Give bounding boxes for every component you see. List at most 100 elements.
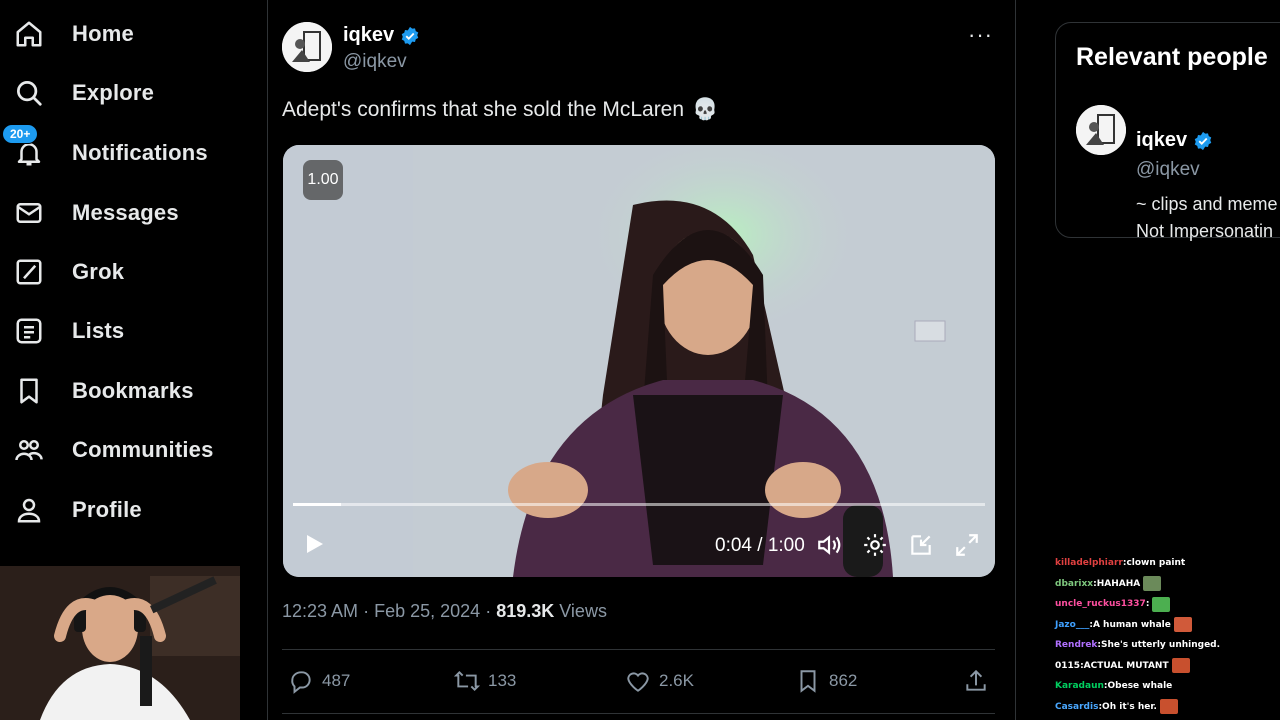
- chat-message: Casardis: Oh it's her.: [1055, 697, 1280, 718]
- streamer-webcam: [0, 566, 240, 720]
- nav-item-explore[interactable]: Explore: [12, 69, 154, 117]
- envelope-icon: [12, 196, 46, 230]
- chat-emote-icon: [1173, 617, 1192, 633]
- verified-icon: [401, 26, 419, 45]
- chat-username: Jazo___: [1055, 619, 1090, 630]
- share-icon: [966, 669, 986, 691]
- chat-username: Rendrek: [1055, 640, 1098, 651]
- tweet-text: Adept's confirms that she sold the McLar…: [282, 98, 718, 122]
- video-progress-fill: [293, 503, 342, 506]
- tweet: iqkev @iqkev ··· Adept's confirms that s…: [268, 0, 1016, 720]
- nav-label: Notifications: [72, 140, 208, 165]
- retweet-button[interactable]: 133: [454, 668, 516, 694]
- meta-separator: ·: [485, 601, 497, 621]
- reply-icon: [291, 671, 311, 694]
- nav-item-bookmarks[interactable]: Bookmarks: [12, 367, 194, 415]
- author-row: iqkev: [343, 24, 420, 47]
- author-name[interactable]: iqkev: [343, 24, 394, 47]
- retweet-count: 133: [488, 671, 517, 690]
- chat-emote-icon: [1152, 596, 1171, 612]
- chat-text: A human whale: [1092, 619, 1171, 630]
- bio-line: Not Impersonatin: [1136, 221, 1274, 241]
- relevant-author-name[interactable]: iqkev: [1136, 129, 1187, 152]
- meta-separator: ·: [363, 601, 375, 621]
- chat-message: killadelphiarr: clown paint: [1055, 553, 1280, 574]
- skull-emoji: 💀: [692, 98, 719, 121]
- nav-label: Messages: [72, 200, 179, 225]
- chat-emote-icon: [1143, 576, 1162, 592]
- list-icon: [12, 314, 46, 348]
- relevant-author-handle: @iqkev: [1136, 159, 1200, 180]
- settings-gear-icon[interactable]: [861, 531, 889, 559]
- nav-item-lists[interactable]: Lists: [12, 307, 124, 355]
- playback-speed-button[interactable]: 1.00: [303, 160, 343, 200]
- nav-label: Bookmarks: [72, 378, 194, 403]
- like-count: 2.6K: [659, 671, 694, 690]
- nav-item-messages[interactable]: Messages: [12, 189, 179, 237]
- chat-username: uncle_ruckus1337: [1055, 599, 1146, 610]
- fullscreen-icon[interactable]: [953, 531, 981, 559]
- video-progress-bar[interactable]: [293, 503, 985, 506]
- author-handle: @iqkev: [343, 51, 407, 72]
- video-frame: [283, 145, 995, 577]
- home-icon: [12, 17, 46, 51]
- nav-item-home[interactable]: Home: [12, 10, 134, 58]
- bookmark-icon: [12, 374, 46, 408]
- volume-icon[interactable]: [815, 531, 843, 559]
- bookmark-icon: [800, 670, 816, 693]
- video-time: 0:04 / 1:00: [715, 535, 805, 556]
- reply-count: 487: [322, 671, 351, 690]
- chat-colon: :: [1145, 599, 1150, 610]
- view-count: 819.3K: [496, 601, 555, 621]
- tweet-meta: 12:23 AM · Feb 25, 2024 · 819.3K Views: [282, 601, 607, 622]
- tweet-time: 12:23 AM: [282, 601, 359, 621]
- reply-button[interactable]: 487: [288, 668, 350, 694]
- nav-item-grok[interactable]: Grok: [12, 248, 124, 296]
- chat-message: Rendrek: She's utterly unhinged.: [1055, 635, 1280, 656]
- chat-username: Casardis: [1055, 701, 1099, 712]
- video-player[interactable]: 1.00 0:04 / 1:00: [283, 145, 995, 577]
- heart-icon: [627, 672, 649, 692]
- divider: [282, 649, 995, 650]
- chat-username: killadelphiarr: [1055, 558, 1123, 569]
- person-icon: [12, 493, 46, 527]
- avatar[interactable]: [282, 22, 332, 72]
- chat-text: Obese whale: [1107, 681, 1173, 692]
- chat-emote-icon: [1171, 658, 1190, 674]
- tweet-body: Adept's confirms that she sold the McLar…: [282, 98, 685, 121]
- relevant-author-bio: ~ clips and meme Not Impersonatin: [1136, 191, 1278, 245]
- nav-label: Grok: [72, 259, 125, 284]
- chat-message: Jazo___: A human whale: [1055, 615, 1280, 636]
- chat-message: dbarixx: HAHAHA: [1055, 574, 1280, 595]
- verified-icon: [1194, 131, 1212, 150]
- chat-text: clown paint: [1126, 558, 1186, 569]
- people-icon: [12, 433, 46, 467]
- avatar[interactable]: [1076, 105, 1126, 155]
- like-button[interactable]: 2.6K: [625, 668, 694, 694]
- nav-label: Communities: [72, 437, 214, 462]
- stream-chat: killadelphiarr: clown paint dbarixx: HAHA…: [1055, 553, 1280, 717]
- bookmark-count: 862: [829, 671, 858, 690]
- relevant-people-card: Relevant people iqkev @iqkev ~ clips and…: [1055, 22, 1280, 241]
- nav-label: Lists: [72, 318, 125, 343]
- chat-username: dbarixx: [1055, 578, 1094, 589]
- relevant-people-title: Relevant people: [1076, 43, 1268, 71]
- picture-in-picture-icon[interactable]: [907, 531, 935, 559]
- chat-message: Karadaun: Obese whale: [1055, 676, 1280, 697]
- nav-label: Home: [72, 21, 134, 46]
- play-icon[interactable]: [301, 531, 327, 557]
- chat-text: ACTUAL MUTANT: [1083, 660, 1169, 671]
- nav-item-communities[interactable]: Communities: [12, 426, 214, 474]
- share-button[interactable]: [963, 668, 989, 694]
- search-icon: [12, 76, 46, 110]
- chat-username: Karadaun: [1055, 681, 1104, 692]
- chat-emote-icon: [1159, 699, 1178, 715]
- nav-item-notifications[interactable]: 20+ Notifications: [2, 124, 208, 177]
- grok-icon: [12, 255, 46, 289]
- tweet-date[interactable]: Feb 25, 2024: [374, 601, 480, 621]
- chat-username: 0115: [1055, 660, 1081, 671]
- more-options-icon[interactable]: ···: [968, 22, 993, 48]
- chat-message: uncle_ruckus1337:: [1055, 594, 1280, 615]
- bookmark-button[interactable]: 862: [795, 668, 857, 694]
- nav-item-profile[interactable]: Profile: [12, 486, 142, 534]
